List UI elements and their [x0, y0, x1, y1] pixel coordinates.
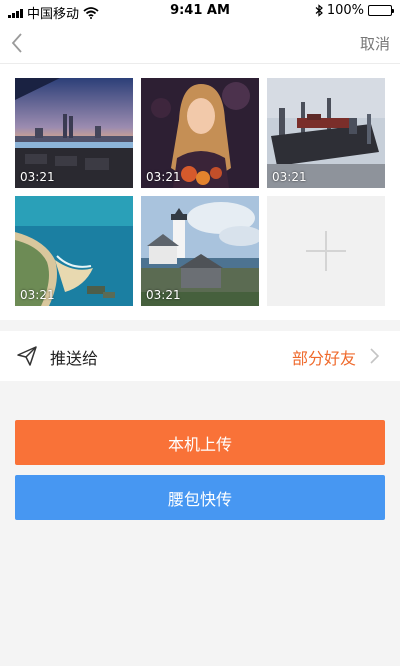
video-thumbnail-city[interactable]: 03:21 — [15, 78, 133, 188]
video-thumbnail-girl[interactable]: 03:21 — [141, 78, 259, 188]
status-bar: 中国移动 9:41 AM 100% — [0, 0, 400, 22]
video-duration: 03:21 — [20, 170, 55, 184]
local-upload-button[interactable]: 本机上传 — [15, 420, 385, 465]
video-duration: 03:21 — [146, 170, 181, 184]
send-to-row[interactable]: 推送给 部分好友 — [0, 331, 400, 381]
battery-percent: 100% — [326, 3, 364, 18]
chevron-right-icon — [370, 348, 380, 364]
send-to-label: 推送给 — [50, 349, 99, 368]
video-duration: 03:21 — [272, 170, 307, 184]
wallet-transfer-button[interactable]: 腰包快传 — [15, 475, 385, 520]
bluetooth-icon — [315, 4, 323, 17]
video-thumbnail-beach[interactable]: 03:21 — [15, 196, 133, 306]
video-thumbnail-lighthouse[interactable]: 03:21 — [141, 196, 259, 306]
video-thumbnail-ship[interactable]: 03:21 — [267, 78, 385, 188]
send-to-value: 部分好友 — [291, 349, 356, 368]
media-grid: 03:21 03:21 03:21 03:21 03:21 — [0, 64, 400, 320]
back-arrow-icon[interactable] — [8, 31, 28, 55]
add-media-button[interactable] — [267, 196, 385, 306]
status-right: 100% — [315, 3, 394, 18]
cancel-button[interactable]: 取消 — [360, 33, 390, 54]
video-duration: 03:21 — [20, 288, 55, 302]
video-duration: 03:21 — [146, 288, 181, 302]
nav-bar: 取消 — [0, 22, 400, 64]
battery-icon — [368, 5, 394, 16]
paper-plane-icon — [17, 346, 37, 366]
